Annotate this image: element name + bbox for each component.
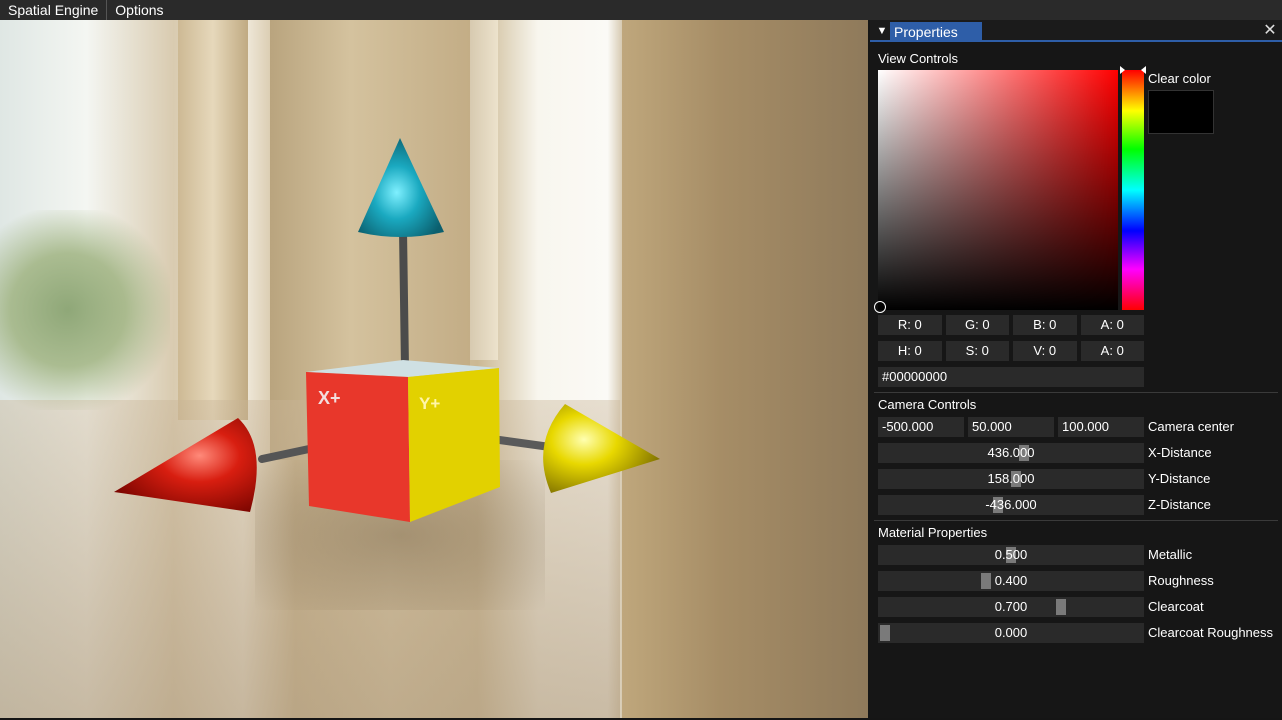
alpha-channel-input[interactable]: A: 0	[1080, 315, 1144, 335]
menu-options[interactable]: Options	[107, 0, 171, 20]
metallic-slider[interactable]: 0.500	[878, 545, 1144, 565]
cube-label-y: Y+	[419, 394, 440, 413]
x-distance-row: 436.000 X-Distance	[878, 443, 1278, 463]
metallic-value: 0.500	[994, 547, 1028, 562]
z-distance-value: -436.000	[985, 497, 1037, 512]
red-channel-input[interactable]: R: 0	[878, 315, 942, 335]
x-distance-slider[interactable]: 436.000	[878, 443, 1144, 463]
color-picker-cursor[interactable]	[874, 301, 886, 313]
x-distance-label: X-Distance	[1148, 445, 1212, 460]
tab-properties[interactable]: Properties	[890, 22, 982, 42]
slider-grab[interactable]	[1056, 599, 1067, 615]
collapse-arrow-icon[interactable]: ▼	[874, 23, 890, 39]
hue-slider[interactable]	[1122, 70, 1144, 310]
y-distance-value: 158.000	[987, 471, 1035, 486]
cube-yellow-face	[408, 368, 500, 522]
camera-center-x-input[interactable]: -500.000	[878, 417, 964, 437]
section-divider	[874, 520, 1278, 521]
section-divider	[874, 392, 1278, 393]
cyan-cone	[358, 138, 444, 237]
hue-channel-input[interactable]: H: 0	[878, 341, 942, 361]
yellow-cone	[543, 404, 660, 493]
saturation-value-picker[interactable]	[878, 70, 1118, 310]
z-distance-slider[interactable]: -436.000	[878, 495, 1144, 515]
blue-channel-input[interactable]: B: 0	[1013, 315, 1077, 335]
y-distance-label: Y-Distance	[1148, 471, 1211, 486]
roughness-label: Roughness	[1148, 573, 1214, 588]
z-distance-row: -436.000 Z-Distance	[878, 495, 1278, 515]
clear-color-label: Clear color	[1148, 71, 1211, 86]
cube-label-x: X+	[318, 388, 341, 408]
camera-center-y-input[interactable]: 50.000	[968, 417, 1054, 437]
metallic-row: 0.500 Metallic	[878, 545, 1278, 565]
properties-panel: ▼ Properties ✕ View Controls Clear color…	[870, 20, 1282, 718]
saturation-channel-input[interactable]: S: 0	[945, 341, 1009, 361]
view-controls-heading: View Controls	[878, 51, 958, 66]
camera-center-z-input[interactable]: 100.000	[1058, 417, 1144, 437]
panel-title-bar: ▼ Properties ✕	[870, 20, 1282, 42]
y-axis-rod	[399, 226, 409, 372]
clearcoat-roughness-row: 0.000 Clearcoat Roughness	[878, 623, 1278, 643]
camera-center-row: -500.000 50.000 100.000 Camera center	[878, 417, 1278, 437]
clearcoat-roughness-value: 0.000	[994, 625, 1028, 640]
camera-controls-heading: Camera Controls	[878, 397, 977, 412]
z-distance-label: Z-Distance	[1148, 497, 1211, 512]
clearcoat-roughness-slider[interactable]: 0.000	[878, 623, 1144, 643]
clearcoat-roughness-label: Clearcoat Roughness	[1148, 625, 1274, 640]
3d-viewport[interactable]: X+ Y+	[0, 20, 868, 718]
rgba-inputs: R: 0 G: 0 B: 0 A: 0	[878, 315, 1144, 335]
y-distance-row: 158.000 Y-Distance	[878, 469, 1278, 489]
clearcoat-row: 0.700 Clearcoat	[878, 597, 1278, 617]
x-distance-value: 436.000	[987, 445, 1035, 460]
roughness-value: 0.400	[994, 573, 1028, 588]
hsv-alpha-channel-input[interactable]: A: 0	[1080, 341, 1144, 361]
camera-center-label: Camera center	[1148, 419, 1234, 434]
metallic-label: Metallic	[1148, 547, 1193, 562]
value-channel-input[interactable]: V: 0	[1013, 341, 1077, 361]
clearcoat-slider[interactable]: 0.700	[878, 597, 1144, 617]
hue-slider-marker[interactable]	[1120, 66, 1146, 74]
red-cone	[114, 418, 257, 512]
roughness-row: 0.400 Roughness	[878, 571, 1278, 591]
close-icon[interactable]: ✕	[1262, 22, 1278, 40]
menu-spatial-engine[interactable]: Spatial Engine	[0, 0, 106, 20]
clearcoat-label: Clearcoat	[1148, 599, 1204, 614]
slider-grab[interactable]	[880, 625, 890, 641]
roughness-slider[interactable]: 0.400	[878, 571, 1144, 591]
axis-gizmo[interactable]: X+ Y+	[0, 20, 868, 718]
menu-bar: Spatial Engine Options	[0, 0, 1282, 20]
clear-color-swatch[interactable]	[1148, 90, 1214, 134]
hsva-inputs: H: 0 S: 0 V: 0 A: 0	[878, 341, 1144, 361]
green-channel-input[interactable]: G: 0	[945, 315, 1009, 335]
y-distance-slider[interactable]: 158.000	[878, 469, 1144, 489]
clearcoat-value: 0.700	[994, 599, 1028, 614]
slider-grab[interactable]	[980, 573, 991, 589]
material-properties-heading: Material Properties	[878, 525, 988, 540]
hex-color-input[interactable]: #00000000	[878, 367, 1144, 387]
